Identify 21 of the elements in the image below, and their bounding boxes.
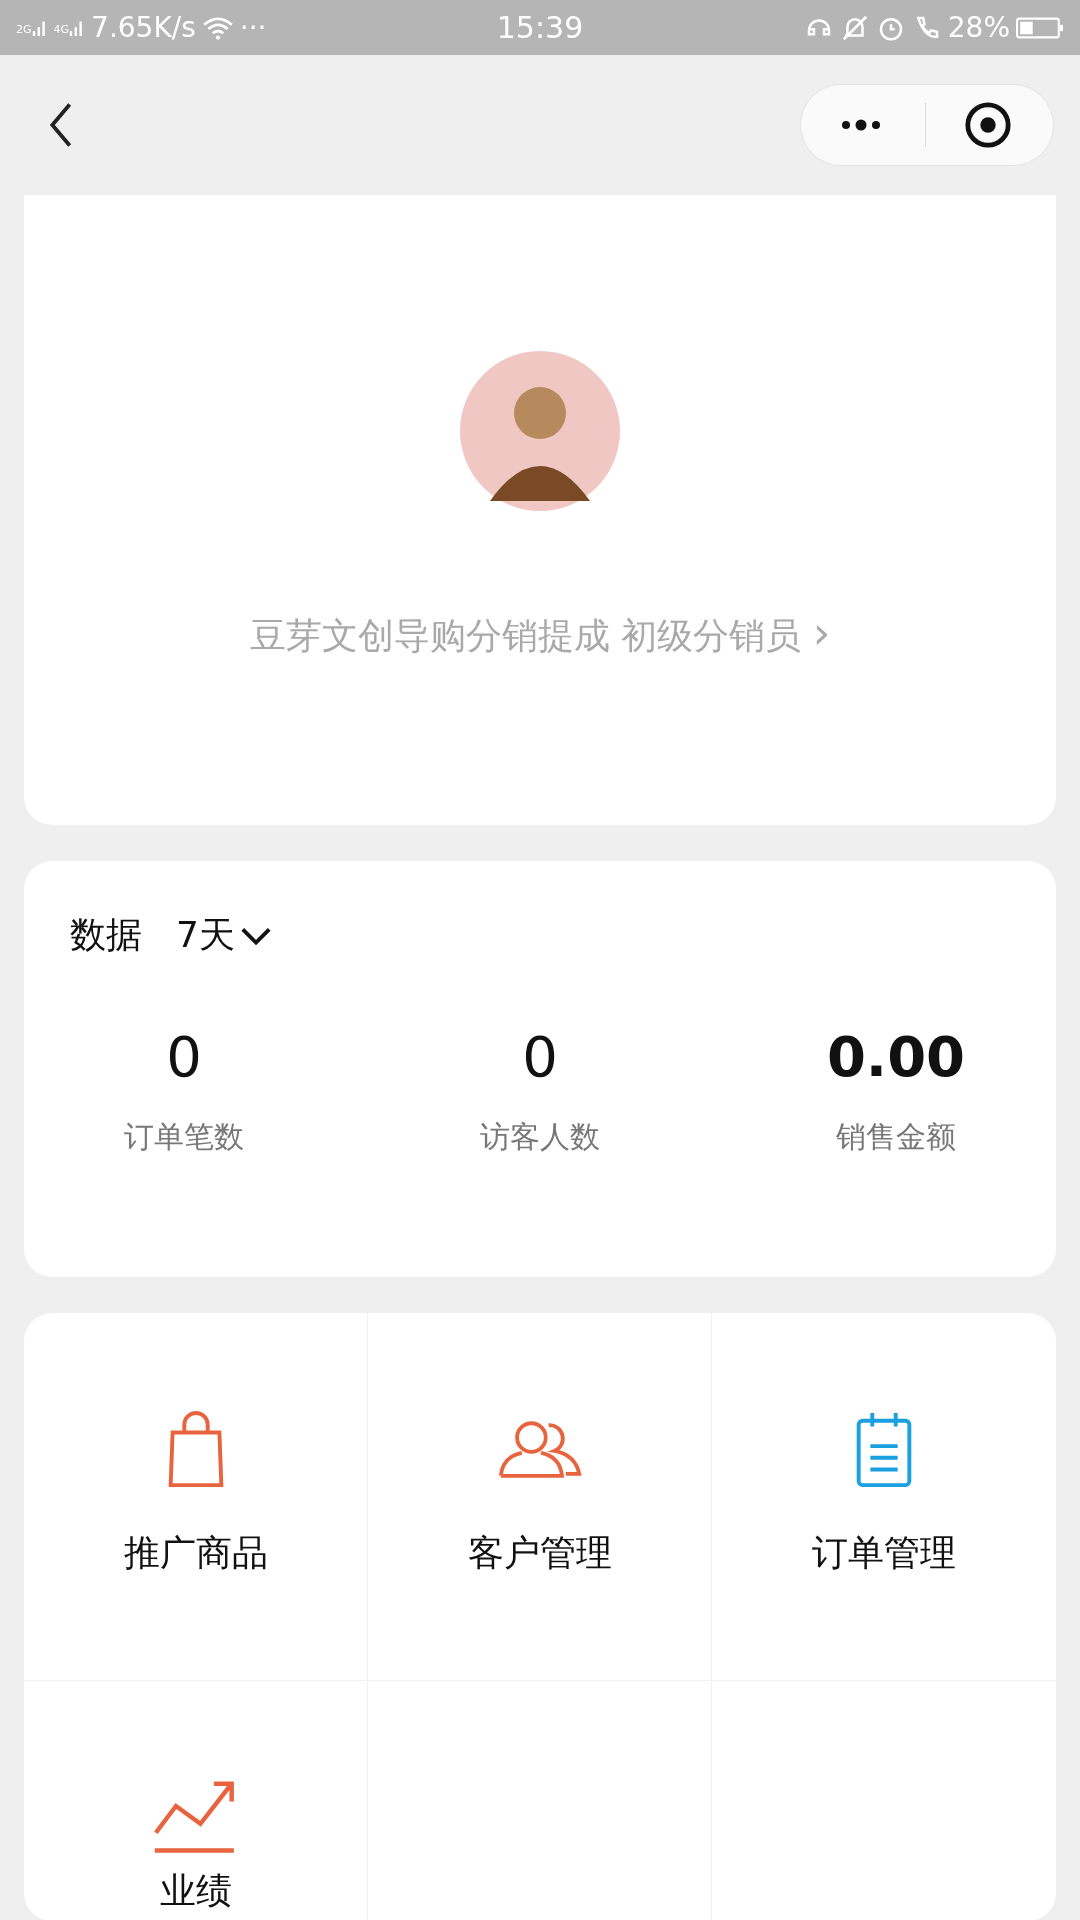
signal-label: 4G [53,23,70,36]
signal-label: 2G [16,23,32,36]
stat-label: 订单笔数 [124,1118,244,1156]
avatar-icon [460,351,620,511]
stat-label: 销售金额 [836,1118,956,1156]
data-title: 数据 [70,913,142,957]
more-notifications: ··· [239,11,267,44]
stat-value: 0 [522,1024,558,1089]
clock: 15:39 [496,10,584,45]
menu-item[interactable]: 业绩 [152,1681,239,1920]
stat-value: 0.00 [826,1024,966,1089]
menu-item[interactable]: 订单管理 [812,1313,956,1680]
network-speed: 7.65K/s [91,11,196,44]
menu-item[interactable]: 推广商品 [123,1313,268,1680]
stat-value: 0 [166,1024,202,1089]
battery-percent: 28% [947,11,1010,44]
menu-item[interactable]: 客户管理 [467,1313,612,1680]
close-icon[interactable] [964,101,1012,149]
stat-label: 访客人数 [480,1118,600,1156]
period-dropdown[interactable]: 7天 [176,911,273,960]
back-icon[interactable] [48,101,74,149]
